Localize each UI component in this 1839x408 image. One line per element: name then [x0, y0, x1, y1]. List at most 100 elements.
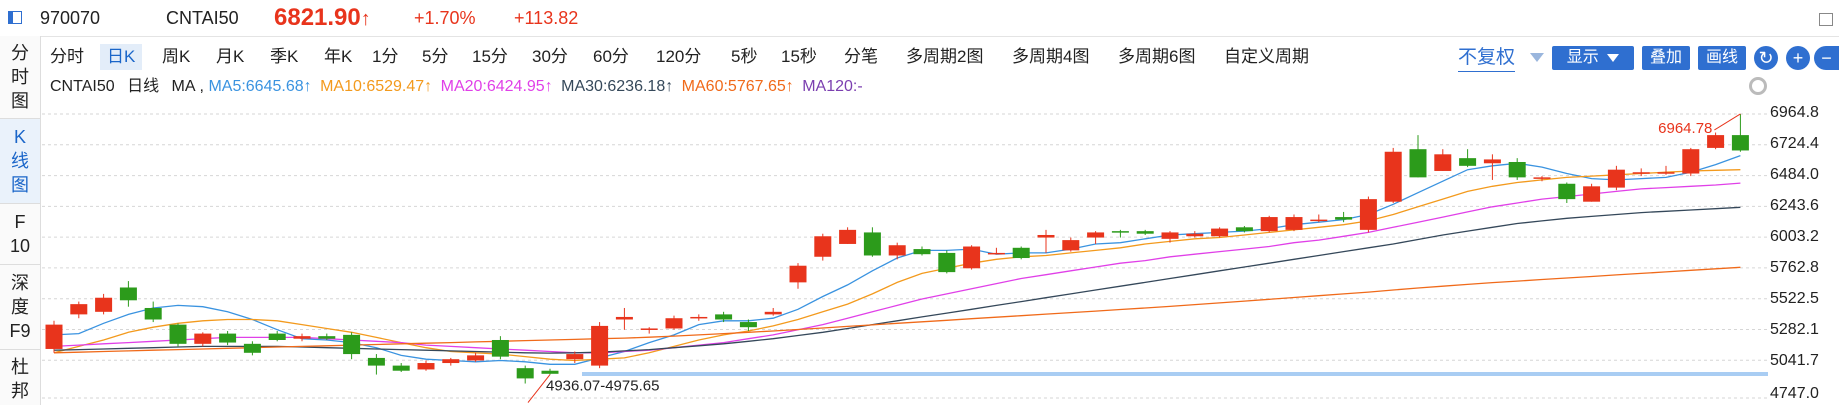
tab-15sec[interactable]: 15秒	[774, 44, 824, 70]
candle-body	[491, 339, 509, 357]
side-tab-depth-f9[interactable]: 深 度 F9	[0, 265, 40, 350]
candle-body	[938, 252, 956, 273]
zoom-in-icon[interactable]: +	[1786, 46, 1810, 70]
candle	[839, 227, 857, 244]
y-tick-label: 5041.7	[1770, 352, 1819, 369]
zoom-out-icon[interactable]: −	[1814, 46, 1839, 70]
window-restore-icon[interactable]	[1819, 13, 1833, 26]
y-tick-label: 6484.0	[1770, 166, 1819, 183]
candle	[144, 301, 162, 323]
candle-body	[1310, 219, 1328, 222]
candle	[491, 336, 509, 360]
legend-ma5: MA5:6645.68↑	[208, 78, 312, 95]
ma-lines	[53, 154, 1741, 365]
candle	[913, 246, 931, 256]
tab-1min[interactable]: 1分	[365, 44, 405, 70]
y-tick-label: 6964.8	[1770, 104, 1819, 121]
tab-15min[interactable]: 15分	[465, 44, 515, 70]
kline-chart[interactable]: 6964.78 4936.07-4975.65	[42, 98, 1768, 405]
candle-body	[814, 236, 832, 257]
candle-body	[1235, 227, 1253, 232]
candle-body	[1657, 172, 1675, 174]
candle-body	[913, 249, 931, 255]
candle	[1632, 168, 1650, 177]
volume-range-bar	[582, 372, 1768, 376]
tab-week-k[interactable]: 周K	[155, 44, 197, 70]
candle-body	[764, 311, 782, 315]
tab-month-k[interactable]: 月K	[209, 44, 251, 70]
candle	[442, 357, 460, 366]
change-percent: +1.70%	[414, 8, 476, 28]
candle	[417, 360, 435, 371]
tab-multi-2[interactable]: 多周期2图	[899, 44, 990, 70]
refresh-icon[interactable]: ↻	[1754, 46, 1778, 70]
overlay-button[interactable]: 叠加	[1642, 46, 1690, 70]
y-tick-label: 5522.5	[1770, 290, 1819, 307]
candle	[541, 368, 559, 375]
candle-body	[268, 333, 286, 340]
candle	[591, 322, 609, 369]
tab-5min[interactable]: 5分	[415, 44, 455, 70]
candle	[392, 363, 410, 373]
candle	[1731, 113, 1749, 152]
tab-multi-6[interactable]: 多周期6图	[1111, 44, 1202, 70]
high-price-label: 6964.78	[1658, 120, 1712, 137]
candle	[95, 293, 113, 315]
tab-multi-4[interactable]: 多周期4图	[1005, 44, 1096, 70]
quote-header: 970070 CNTAI50 6821.90↑ +1.70% +113.82	[0, 0, 1839, 37]
tab-30min[interactable]: 30分	[525, 44, 575, 70]
candle	[367, 354, 385, 375]
tab-quarter-k[interactable]: 季K	[263, 44, 305, 70]
display-button[interactable]: 显示	[1552, 46, 1634, 70]
side-tab-f10[interactable]: F 10	[0, 204, 40, 265]
candle	[1037, 229, 1055, 253]
legend-ma30: MA30:6236.18↑	[561, 78, 674, 95]
tab-tick[interactable]: 分笔	[837, 44, 885, 70]
candle	[1434, 149, 1452, 171]
ma-legend: CNTAI50 日线 MA, MA5:6645.68↑ MA10:6529.47…	[50, 78, 863, 95]
candle-body	[1459, 158, 1477, 166]
chart-settings-gear-icon[interactable]	[1749, 77, 1767, 95]
candle-body	[1384, 151, 1402, 202]
side-tab-dupont[interactable]: 杜 邦	[0, 350, 40, 408]
tab-year-k[interactable]: 年K	[317, 44, 359, 70]
candle-body	[243, 343, 261, 353]
side-tab-kline[interactable]: K 线 图	[0, 119, 40, 204]
candle	[963, 245, 981, 270]
tab-custom-period[interactable]: 自定义周期	[1217, 44, 1316, 70]
legend-ma120: MA120:-	[802, 78, 863, 95]
adjust-select[interactable]: 不复权	[1458, 45, 1516, 72]
candle	[1310, 214, 1328, 223]
candle-body	[1483, 159, 1501, 164]
candle	[1508, 158, 1526, 180]
candle-body	[417, 363, 435, 370]
candle-body	[987, 252, 1005, 255]
panel-toggle-icon[interactable]	[8, 11, 22, 24]
draw-line-button[interactable]: 画线	[1698, 46, 1746, 70]
ma10-line	[53, 169, 1741, 362]
tab-time-share[interactable]: 分时	[43, 44, 91, 70]
display-dropdown-icon	[1607, 53, 1620, 62]
candle-body	[591, 325, 609, 366]
candle-body	[888, 245, 906, 256]
tab-day-k[interactable]: 日K	[100, 44, 143, 70]
candle-body	[665, 318, 683, 329]
candle	[1260, 215, 1278, 233]
candle-body	[343, 334, 361, 355]
candle	[1384, 147, 1402, 203]
candle	[194, 332, 212, 347]
ma60-line	[53, 266, 1741, 354]
tab-5sec[interactable]: 5秒	[724, 44, 764, 70]
candle-body	[1285, 217, 1303, 230]
candle-body	[95, 297, 113, 312]
adjust-dropdown-icon[interactable]	[1530, 53, 1544, 62]
side-tab-time-chart[interactable]: 分 时 图	[0, 36, 40, 119]
legend-ma-label: MA	[171, 78, 196, 95]
candle-body	[1161, 232, 1179, 239]
candle	[1657, 165, 1675, 175]
tab-60min[interactable]: 60分	[586, 44, 636, 70]
candle	[789, 263, 807, 289]
candle	[665, 315, 683, 330]
candle-body	[144, 307, 162, 320]
tab-120min[interactable]: 120分	[649, 44, 708, 70]
